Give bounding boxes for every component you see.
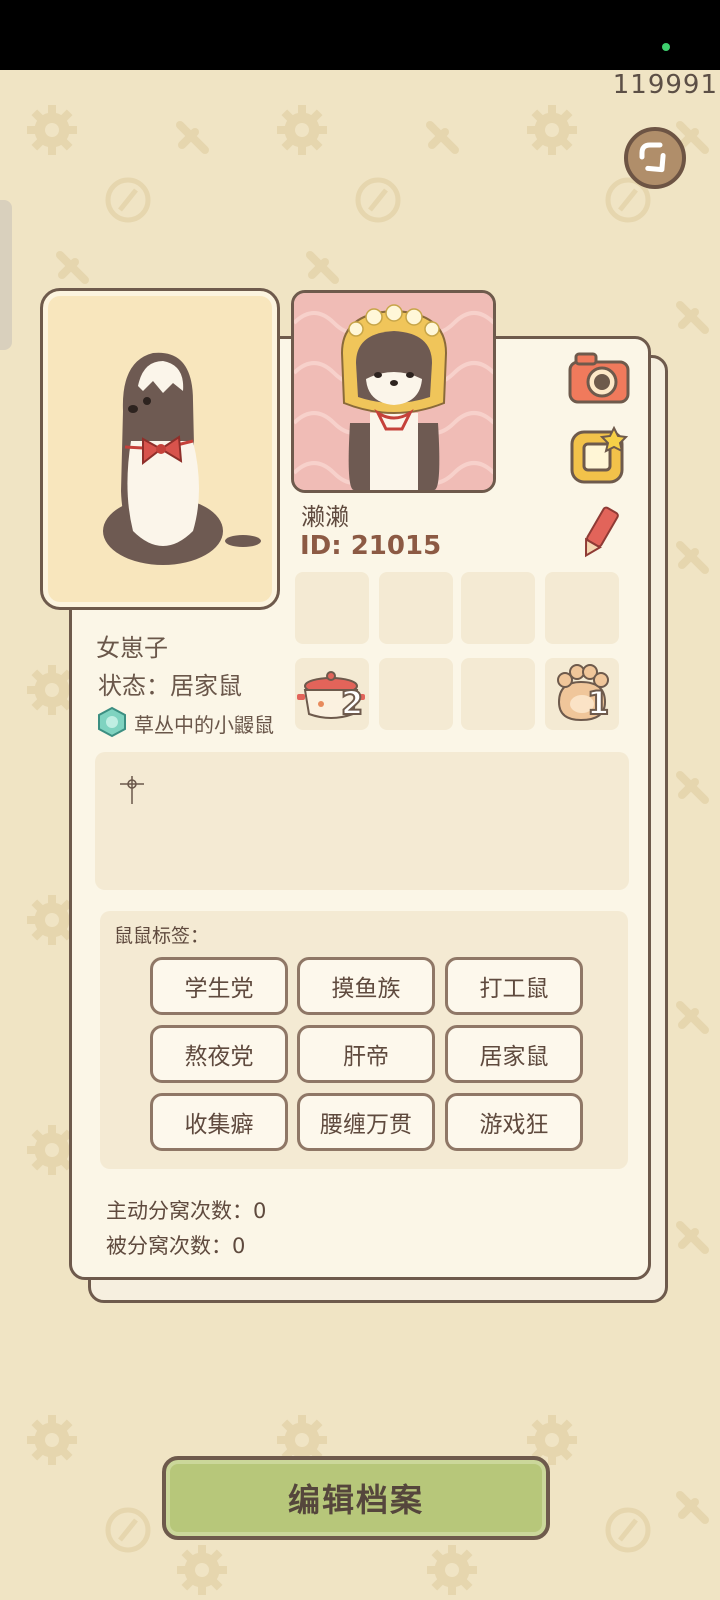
share-star-icon [570,425,629,484]
inventory-slot[interactable] [379,658,453,730]
tag-item[interactable]: 肝帝 [297,1025,435,1083]
user-id: ID: 21015 [300,531,442,561]
tags-panel: 鼠鼠标签： 学生党 摸鱼族 打工鼠 熬夜党 肝帝 居家鼠 收集癖 腰缠万贯 游戏… [100,911,628,1169]
camera-button[interactable] [566,350,632,410]
inventory-slot[interactable] [545,572,619,644]
tag-item[interactable]: 腰缠万贯 [297,1093,435,1151]
side-drawer-handle[interactable] [0,200,12,350]
tag-item[interactable]: 游戏狂 [445,1093,583,1151]
inventory-slot[interactable] [461,572,535,644]
paw-count: 1 [586,683,610,723]
nickname: 濑濑 [301,503,349,531]
character-photo-frame[interactable] [40,288,280,610]
avatar-illustration [294,293,493,490]
back-button[interactable] [624,127,686,189]
hamster-egg-illustration [103,352,261,565]
badge-icon [96,706,128,742]
avatar-frame[interactable] [291,290,496,493]
status-label: 状态：居家鼠 [98,672,242,700]
inventory-slot[interactable] [461,658,535,730]
pencil-icon [584,506,619,558]
edit-profile-button[interactable]: 编辑档案 [162,1456,550,1540]
tag-item[interactable]: 学生党 [150,957,288,1015]
active-split-count: 主动分窝次数：0 [106,1199,267,1223]
tag-item[interactable]: 收集癖 [150,1093,288,1151]
title-badge[interactable]: 草丛中的小鼹鼠 [134,709,274,738]
tag-item[interactable]: 居家鼠 [445,1025,583,1083]
edit-name-button[interactable] [576,503,622,567]
inventory-slot-paw[interactable]: 1 [545,658,619,730]
inventory-slot-pot[interactable]: 2 [295,658,369,730]
bio-box[interactable] [95,752,629,890]
tag-item[interactable]: 熬夜党 [150,1025,288,1083]
sparkle-icon [120,776,144,804]
inventory-slot[interactable] [379,572,453,644]
pot-count: 2 [340,683,364,723]
share-button[interactable] [568,424,630,490]
back-icon [639,142,666,173]
passive-split-count: 被分窝次数：0 [106,1234,246,1258]
gender-label: 女崽子 [96,634,168,662]
notification-dot [662,43,670,51]
tags-title: 鼠鼠标签： [114,925,210,947]
camera-icon [568,352,630,404]
status-bar [0,0,720,70]
tag-item[interactable]: 摸鱼族 [297,957,435,1015]
top-counter: 119991 [612,70,718,100]
tag-item[interactable]: 打工鼠 [445,957,583,1015]
inventory-slot[interactable] [295,572,369,644]
